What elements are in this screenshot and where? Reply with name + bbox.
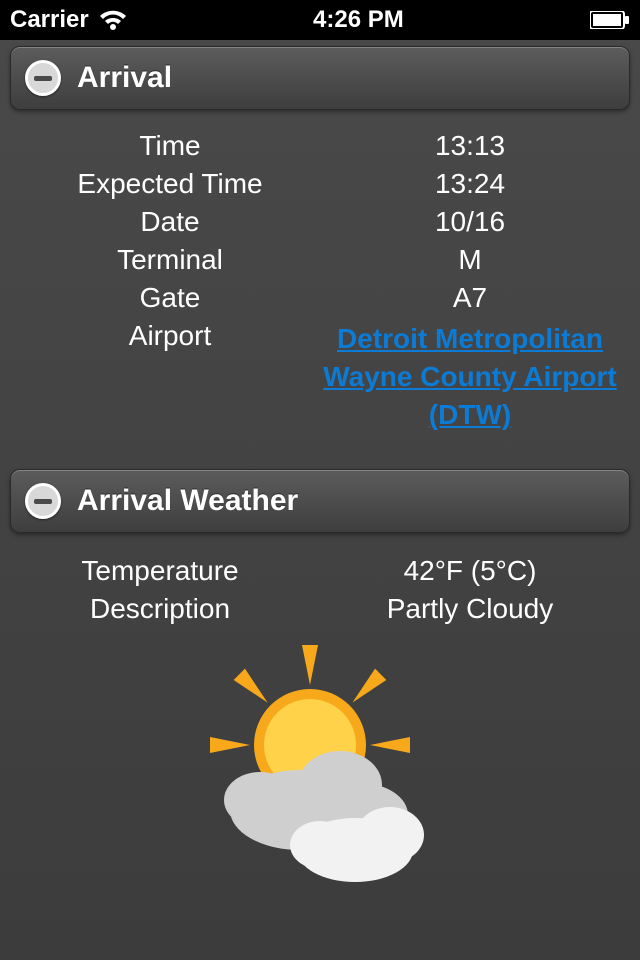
minus-circle-icon bbox=[25, 483, 61, 519]
value-terminal: M bbox=[320, 244, 620, 276]
label-airport: Airport bbox=[20, 320, 320, 352]
status-right bbox=[590, 11, 630, 29]
weather-rows: Temperature 42°F (5°C) Description Partl… bbox=[10, 533, 630, 892]
label-time: Time bbox=[20, 130, 320, 162]
arrival-header[interactable]: Arrival bbox=[10, 46, 630, 110]
carrier-label: Carrier bbox=[10, 6, 89, 34]
value-gate: A7 bbox=[320, 282, 620, 314]
value-date: 10/16 bbox=[320, 206, 620, 238]
content: Arrival Time 13:13 Expected Time 13:24 D… bbox=[0, 40, 640, 960]
row-terminal: Terminal M bbox=[20, 244, 620, 276]
weather-header[interactable]: Arrival Weather bbox=[10, 469, 630, 533]
row-airport: Airport Detroit Metropolitan Wayne Count… bbox=[20, 320, 620, 433]
battery-icon bbox=[590, 11, 630, 29]
label-expected-time: Expected Time bbox=[20, 168, 320, 200]
wifi-icon bbox=[99, 10, 127, 30]
row-expected-time: Expected Time 13:24 bbox=[20, 168, 620, 200]
value-description: Partly Cloudy bbox=[310, 593, 630, 625]
row-date: Date 10/16 bbox=[20, 206, 620, 238]
weather-title: Arrival Weather bbox=[77, 484, 298, 518]
airport-link[interactable]: Detroit Metropolitan Wayne County Airpor… bbox=[320, 320, 620, 433]
row-gate: Gate A7 bbox=[20, 282, 620, 314]
label-gate: Gate bbox=[20, 282, 320, 314]
row-time: Time 13:13 bbox=[20, 130, 620, 162]
partly-cloudy-icon bbox=[190, 645, 450, 892]
arrival-title: Arrival bbox=[77, 61, 172, 95]
label-temperature: Temperature bbox=[10, 555, 310, 587]
row-description: Description Partly Cloudy bbox=[10, 593, 630, 625]
value-time: 13:13 bbox=[320, 130, 620, 162]
status-time: 4:26 PM bbox=[313, 6, 404, 34]
label-description: Description bbox=[10, 593, 310, 625]
row-temperature: Temperature 42°F (5°C) bbox=[10, 555, 630, 587]
value-temperature: 42°F (5°C) bbox=[310, 555, 630, 587]
value-expected-time: 13:24 bbox=[320, 168, 620, 200]
arrival-rows: Time 13:13 Expected Time 13:24 Date 10/1… bbox=[10, 110, 630, 463]
label-terminal: Terminal bbox=[20, 244, 320, 276]
status-bar: Carrier 4:26 PM bbox=[0, 0, 640, 40]
status-left: Carrier bbox=[10, 6, 127, 34]
label-date: Date bbox=[20, 206, 320, 238]
weather-icon-wrap bbox=[10, 645, 630, 892]
minus-circle-icon bbox=[25, 60, 61, 96]
